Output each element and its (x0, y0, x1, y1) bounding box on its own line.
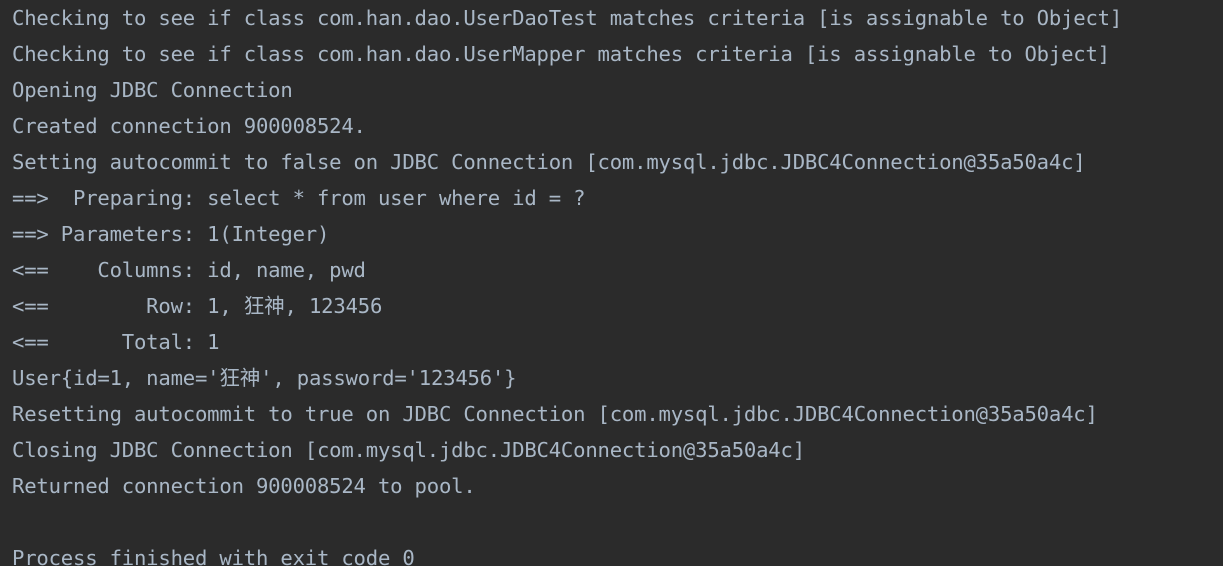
log-line-spacer (12, 504, 1223, 540)
log-line-sql-parameters: ==> Parameters: 1(Integer) (12, 222, 330, 246)
console-output-panel[interactable]: Checking to see if class com.han.dao.Use… (0, 0, 1223, 566)
log-line-check-usermapper: Checking to see if class com.han.dao.Use… (12, 42, 1110, 66)
log-line-user-tostring: User{id=1, name='狂神', password='123456'} (12, 366, 517, 390)
log-line-opening-jdbc-connection: Opening JDBC Connection (12, 78, 293, 102)
log-line-returned-connection: Returned connection 900008524 to pool. (12, 474, 476, 498)
console-log-text[interactable]: Checking to see if class com.han.dao.Use… (12, 0, 1223, 566)
log-line-process-finished: Process finished with exit code 0 (12, 546, 415, 566)
log-line-created-connection: Created connection 900008524. (12, 114, 366, 138)
log-line-result-total: <== Total: 1 (12, 330, 220, 354)
log-line-check-userdaotest: Checking to see if class com.han.dao.Use… (12, 6, 1123, 30)
log-line-setting-autocommit-false: Setting autocommit to false on JDBC Conn… (12, 150, 1086, 174)
log-line-result-columns: <== Columns: id, name, pwd (12, 258, 366, 282)
log-line-closing-jdbc-connection: Closing JDBC Connection [com.mysql.jdbc.… (12, 438, 805, 462)
log-line-result-row: <== Row: 1, 狂神, 123456 (12, 294, 383, 318)
log-line-resetting-autocommit-true: Resetting autocommit to true on JDBC Con… (12, 402, 1098, 426)
log-line-sql-preparing: ==> Preparing: select * from user where … (12, 186, 586, 210)
